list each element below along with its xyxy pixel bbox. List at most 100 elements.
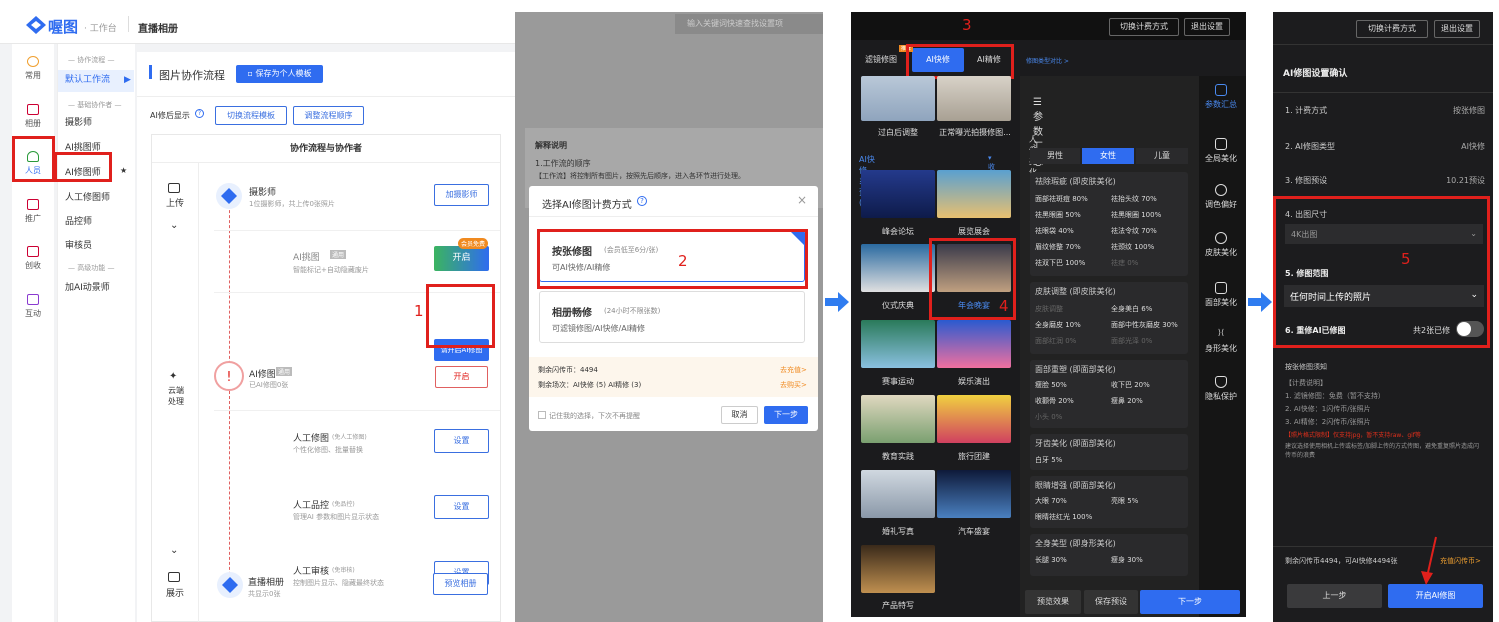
side-params-summary[interactable]: 参数汇总 xyxy=(1199,84,1243,110)
dialog-title: 选择AI修图计费方式 xyxy=(542,200,632,211)
nav-item-promote[interactable]: 推广 xyxy=(12,199,54,224)
chevron-down-icon[interactable]: ⌄ xyxy=(170,220,178,231)
ai-retouch-enable-button[interactable]: 开启 xyxy=(435,366,488,388)
next-button[interactable]: 下一步 xyxy=(1140,590,1240,614)
adjust-order-button[interactable]: 调整流程顺序 xyxy=(293,106,364,125)
save-template-button[interactable]: ▫ 保存为个人模板 xyxy=(236,65,323,83)
close-icon[interactable]: × xyxy=(797,193,807,207)
ai-pick-enable-button[interactable]: 开启 xyxy=(434,246,489,271)
cancel-button[interactable]: 取消 xyxy=(721,406,758,424)
tip-text: 建议选择使用相机上传或标签/加脚上传的方式传图，避免重复照片造成闪传币的浪费 xyxy=(1285,443,1480,459)
preset-thumb[interactable] xyxy=(861,545,935,593)
gender-child[interactable]: 儿童 xyxy=(1136,148,1188,164)
search-input[interactable]: 输入关键词快速查找设置项 xyxy=(675,14,823,34)
preset-thumb[interactable] xyxy=(937,470,1011,518)
notes-title: 按张修图须知 xyxy=(1285,363,1327,371)
menu-ai-animator[interactable]: 加AI动景师 xyxy=(65,280,110,293)
buy-link[interactable]: 去购买> xyxy=(780,380,807,390)
recharge-link[interactable]: 充值闪传币> xyxy=(1440,556,1481,566)
menu-manual-retoucher[interactable]: 人工修图师 xyxy=(65,190,110,203)
start-ai-retouch-button[interactable]: 开启AI修图 xyxy=(1388,584,1483,608)
workflow-panel: 喔图 · 工作台 直播相册 常用 相册 人员 推广 创收 互动 — 协作流程 —… xyxy=(0,0,515,622)
preset-thumb[interactable] xyxy=(937,320,1011,368)
menu-reviewer[interactable]: 审核员 xyxy=(65,238,92,251)
stage-show: 展示 xyxy=(166,589,185,599)
preset-thumb[interactable] xyxy=(861,395,935,443)
thumb-image[interactable] xyxy=(937,76,1011,121)
thumb-image[interactable] xyxy=(861,76,935,121)
gender-male[interactable]: 男性 xyxy=(1030,148,1080,164)
sliders-icon xyxy=(1215,84,1227,96)
tag: (免人工修图) xyxy=(332,434,367,441)
preset-thumb[interactable] xyxy=(861,320,935,368)
nav-item-common[interactable]: 常用 xyxy=(12,56,54,81)
note-line: 3. AI精修：2闪传币/张照片 xyxy=(1285,418,1371,426)
highlight-per-photo xyxy=(537,229,808,289)
preset-thumb[interactable] xyxy=(861,170,935,218)
next-button[interactable]: 下一步 xyxy=(764,406,808,424)
save-preset-button[interactable]: 保存预设 xyxy=(1084,590,1138,614)
preset-thumb[interactable] xyxy=(861,244,935,292)
flow-photographer: 摄影师 xyxy=(249,188,277,198)
preset-thumb[interactable] xyxy=(937,395,1011,443)
gender-female[interactable]: 女性 xyxy=(1082,148,1134,164)
remember-checkbox[interactable] xyxy=(538,411,546,419)
side-color[interactable]: 调色偏好 xyxy=(1199,184,1243,210)
exit-settings-button[interactable]: 退出设置 xyxy=(1434,20,1480,38)
face-shape-icon xyxy=(1215,282,1227,294)
album-title[interactable]: 直播相册 xyxy=(138,20,178,35)
preset-thumb[interactable] xyxy=(861,470,935,518)
side-privacy[interactable]: 隐私保护 xyxy=(1199,376,1243,402)
row-value: AI快修 xyxy=(1461,142,1485,151)
side-global[interactable]: 全局美化 xyxy=(1199,138,1243,164)
live-album-icon xyxy=(217,572,243,598)
menu-photographer[interactable]: 摄影师 xyxy=(65,115,92,128)
tag: (免品控) xyxy=(332,501,355,508)
nav-item-album[interactable]: 相册 xyxy=(12,104,54,129)
switch-billing-button[interactable]: 切换计费方式 xyxy=(1109,18,1179,36)
row-value: 10.21预设 xyxy=(1446,176,1485,185)
preset-label: 展览展会 xyxy=(958,227,990,236)
side-body[interactable]: ⟩⟨ 身形美化 xyxy=(1199,328,1243,354)
switch-template-button[interactable]: 切换流程模板 xyxy=(215,106,287,125)
preview-button[interactable]: 预览效果 xyxy=(1025,590,1081,614)
manual-retouch-settings-button[interactable]: 设置 xyxy=(434,429,489,453)
tab-filter[interactable]: 滤镜修图 xyxy=(865,54,897,65)
stage-upload: 上传 xyxy=(166,199,185,209)
flow-ai-pick: AI挑图 xyxy=(293,253,320,263)
preview-album-button[interactable]: 预览相册 xyxy=(433,573,488,595)
preset-label: 汽车盛宴 xyxy=(958,527,990,536)
preset-label: 产品特写 xyxy=(882,601,914,610)
flow-ai-retouch-sub: 已AI修图0张 xyxy=(249,381,289,389)
help-icon[interactable]: ? xyxy=(195,109,204,118)
menu-default-flow[interactable]: 默认工作流 ▶ xyxy=(58,70,134,92)
chevron-down-icon[interactable]: ⌄ xyxy=(170,545,178,556)
member-free-badge: 会员免费 xyxy=(458,238,489,249)
format-warning: 【照片格式限制】仅支持jpg，暂不支持raw、gif等 xyxy=(1285,432,1421,439)
tag: 通用 xyxy=(276,367,293,376)
nav-item-interact[interactable]: 互动 xyxy=(12,294,54,319)
prev-step-button[interactable]: 上一步 xyxy=(1287,584,1382,608)
flow-photographer-sub: 1位摄影师，共上传0张照片 xyxy=(249,200,335,208)
thumb-label: 过白后调整 xyxy=(878,128,918,137)
body-icon: ⟩⟨ xyxy=(1217,328,1225,337)
callout-5: 5 xyxy=(1401,250,1411,268)
compare-link[interactable]: 修图类型对比 > xyxy=(1026,56,1069,65)
image-icon xyxy=(1215,138,1227,150)
arrow-right-icon xyxy=(1248,292,1272,312)
recharge-link[interactable]: 去充值> xyxy=(780,365,807,375)
add-photographer-button[interactable]: 加摄影师 xyxy=(434,184,489,206)
exit-settings-button[interactable]: 退出设置 xyxy=(1184,18,1230,36)
menu-qc[interactable]: 品控师 xyxy=(65,214,92,227)
flow-manual-qc-sub: 管理AI 参数和图片显示状态 xyxy=(293,513,380,521)
nav-item-revenue[interactable]: 创收 xyxy=(12,246,54,271)
side-face[interactable]: 面部美化 xyxy=(1199,282,1243,308)
switch-billing-button[interactable]: 切换计费方式 xyxy=(1356,20,1428,38)
help-icon[interactable]: ? xyxy=(637,196,647,206)
magic-wand-icon: ✦ xyxy=(169,371,178,382)
preset-thumb[interactable] xyxy=(937,170,1011,218)
qc-settings-button[interactable]: 设置 xyxy=(434,495,489,519)
option-album-unlimited[interactable]: 相册畅修 (24小时不限张数) 可滤镜修图/AI快修/AI精修 xyxy=(539,291,805,343)
side-skin[interactable]: 皮肤美化 xyxy=(1199,232,1243,258)
tag: (免审核) xyxy=(332,567,355,574)
